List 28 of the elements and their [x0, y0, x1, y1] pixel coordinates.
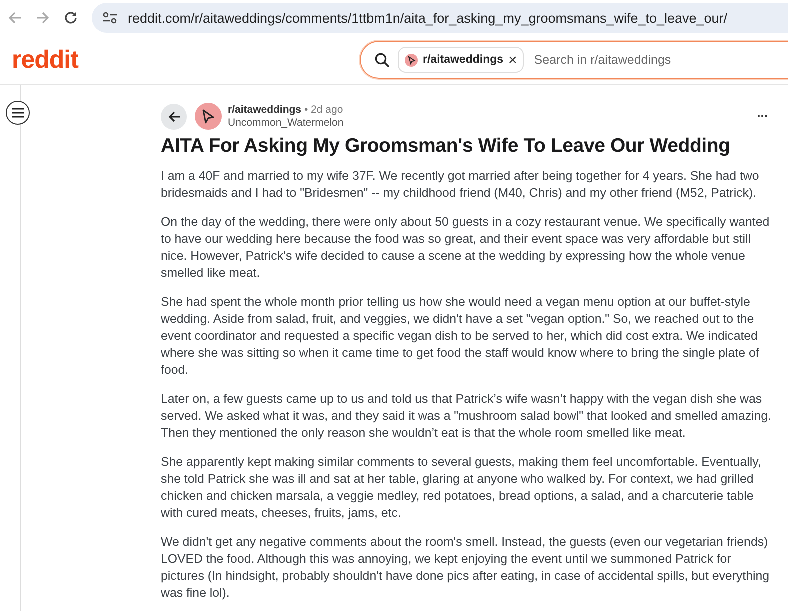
post-paragraph: We didn't get any negative comments about the room's smell. Instead, the guests (even our vegetarian friends) LOVED the food. Although this was annoying, we kept enjoying the event until we summoned Patrick for pictures (In hindsight, probably shouldn't have done pics after eating, in case of accidental spills, but everything was fine lol).	[161, 534, 770, 602]
subreddit-link[interactable]: r/aitaweddings	[228, 104, 302, 116]
search-icon	[375, 52, 390, 68]
search-field[interactable]: r/aitaweddings × Search in r/aitaweddings	[360, 41, 788, 79]
menu-icon[interactable]	[12, 108, 24, 118]
post-title: AITA For Asking My Groomsman's Wife To Leave Our Wedding	[161, 135, 732, 158]
more-options-button[interactable]: ...	[757, 105, 768, 120]
post-paragraph: She had spent the whole month prior telling us how she would need a vegan menu option at our buffet-style wedding. Aside from salad, fruit, and veggies, we didn't have a set "vegan option." So, we reached out to the event coordinator and requested a specific vegan dish to be served to her, which did cost extra. We indicated where she was sitting so when it came time to get food the staff would know where to bring the single plate of food.	[161, 294, 760, 379]
cursor-icon	[202, 108, 215, 124]
post-paragraph: On the day of the wedding, there were only about 50 guests in a cozy restaurant venue. We specifically wanted to have our wedding here because the food was so great, and their event space was very affordable but still nice. However, Patrick's wife decided to cause a scene at the wedding by expressing how the whole venue smelled like meat.	[161, 214, 771, 282]
back-button[interactable]	[161, 104, 187, 130]
post-paragraph: Later on, a few guests came up to us and told us that Patrick’s wife wasn’t happy with the vegan dish she was served. We asked what it was, and they said it was a "mushroom salad bowl" that looked and smelled amazing. Then they mentioned the only reason she wouldn’t eat is that the whole room smelled like meat.	[161, 391, 773, 442]
author-name[interactable]: Uncommon_Watermelon	[228, 116, 344, 128]
separator-dot: •	[304, 104, 308, 116]
address-bar[interactable]: reddit.com/r/aitaweddings/comments/1ttbm1n/aita_for_asking_my_groomsmans_wife_to_leave_our/	[92, 3, 788, 33]
url-text: reddit.com/r/aitaweddings/comments/1ttbm1n/aita_for_asking_my_groomsmans_wife_to_leave_our/	[128, 10, 728, 26]
chip-label: r/aitaweddings	[423, 54, 504, 66]
site-settings-icon[interactable]	[102, 11, 118, 25]
cursor-icon	[408, 56, 416, 64]
back-arrow-icon	[168, 110, 180, 122]
menu-button[interactable]	[6, 101, 30, 125]
post-paragraph: She apparently kept making similar comments to several guests, making them feel uncomfortable. Eventually, she told Patrick she was ill and sat at her table, glaring at anyone who walked by. For context, we had grilled chicken and chicken marsala, a veggie medley, red potatoes, bread options, a salad, and a charcuterie table with cured meats, cheeses, fruits, jams, etc.	[161, 454, 762, 522]
post-age: 2d ago	[311, 104, 344, 116]
reload-icon[interactable]	[64, 11, 78, 25]
community-chip[interactable]: r/aitaweddings ×	[398, 47, 524, 73]
chip-close-button[interactable]: ×	[508, 52, 518, 68]
reddit-logo[interactable]: reddit	[12, 46, 360, 74]
post-paragraph: I am a 40F and married to my wife 37F. We recently got married after being together for 4 years. She had two bridesmaids and I had to "Bridesmen" -- my childhood friend (M40, Chris) and my other friend (M52, Patrick).	[161, 168, 760, 202]
